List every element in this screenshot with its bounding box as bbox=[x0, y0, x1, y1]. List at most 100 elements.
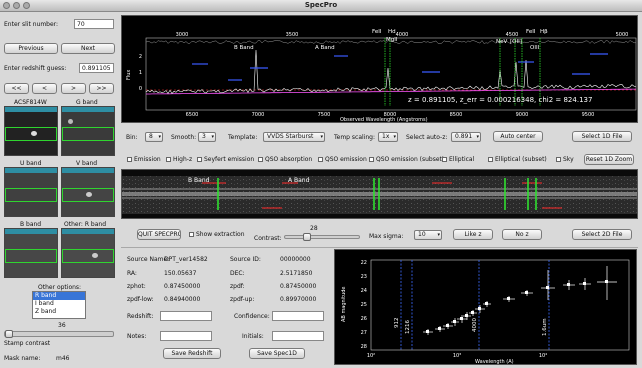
chevron-down-icon: ▾ bbox=[320, 134, 323, 140]
sed-y-tick-label: 24 bbox=[361, 288, 367, 294]
redshift-guess-input[interactable]: 0.891105 bbox=[79, 63, 114, 73]
checkbox-elliptical-subset[interactable]: Elliptical (subset) bbox=[488, 156, 547, 163]
initials-input[interactable] bbox=[272, 331, 324, 341]
zpdf-low-value: 0.84940000 bbox=[164, 296, 201, 303]
auto-center-button[interactable]: Auto center bbox=[493, 131, 543, 142]
source-id-value: 00000000 bbox=[280, 256, 311, 263]
window-titlebar: SpecPro bbox=[0, 0, 642, 12]
like-z-button[interactable]: Like z bbox=[453, 229, 493, 240]
thumb-label-other: Other: R band bbox=[64, 221, 107, 228]
temp-scaling-select[interactable]: 1x ▾ bbox=[378, 132, 398, 142]
list-item[interactable]: Z band bbox=[33, 308, 85, 316]
max-sigma-label: Max sigma: bbox=[369, 233, 404, 240]
sed-x-tick-label: 10³ bbox=[453, 353, 461, 359]
zphot-value: 0.87450000 bbox=[164, 283, 201, 290]
line-label-oiii: OIII bbox=[530, 45, 540, 51]
list-item[interactable]: I band bbox=[33, 300, 85, 308]
slider-knob[interactable] bbox=[5, 330, 13, 338]
ra-label: RA: bbox=[127, 270, 137, 277]
sed-y-tick-label: 25 bbox=[361, 302, 367, 308]
quit-specpro-button[interactable]: QUIT SPECPRO bbox=[137, 229, 181, 240]
x-tick-label: 9000 bbox=[516, 112, 529, 118]
stamp-u-band bbox=[4, 167, 58, 217]
select-1d-file-button[interactable]: Select 1D File bbox=[572, 131, 632, 142]
step-back-fast-button[interactable]: << bbox=[4, 83, 29, 94]
other-options-list[interactable]: R band I band Z band bbox=[32, 291, 86, 319]
checkbox-elliptical[interactable]: Elliptical bbox=[442, 156, 474, 163]
line-label-b-band: B Band bbox=[234, 45, 254, 51]
save-spec1d-button[interactable]: Save Spec1D bbox=[249, 348, 305, 359]
smooth-label: Smooth: bbox=[171, 134, 197, 141]
top-tick-label: 5000 bbox=[616, 32, 629, 38]
window-title: SpecPro bbox=[304, 1, 338, 9]
source-name-label: Source Name: bbox=[127, 256, 170, 263]
other-options-label: Other options: bbox=[38, 284, 82, 291]
redshift-input[interactable] bbox=[160, 311, 212, 321]
confidence-input[interactable] bbox=[272, 311, 324, 321]
dec-label: DEC: bbox=[230, 270, 245, 277]
y-tick-label: 2 bbox=[139, 54, 142, 60]
checkbox-qso-absorption[interactable]: QSO absorption bbox=[258, 156, 312, 163]
no-z-button[interactable]: No z bbox=[502, 229, 542, 240]
max-sigma-select[interactable]: 10 ▾ bbox=[414, 230, 442, 240]
previous-button[interactable]: Previous bbox=[4, 43, 58, 54]
sed-x-tick-label: 10² bbox=[367, 353, 375, 359]
initials-label: Initials: bbox=[242, 333, 264, 340]
template-select[interactable]: VVDS Starburst ▾ bbox=[263, 132, 325, 142]
save-redshift-button[interactable]: Save Redshift bbox=[163, 348, 221, 359]
sed-vline-4000: 4000 bbox=[472, 318, 478, 332]
top-tick-label: 4500 bbox=[506, 32, 519, 38]
x-tick-label: 7000 bbox=[252, 112, 265, 118]
chevron-down-icon: ▾ bbox=[211, 134, 214, 140]
slider-knob[interactable] bbox=[303, 233, 312, 241]
contrast-slider[interactable] bbox=[284, 233, 360, 241]
checkbox-qso-emission-subset[interactable]: QSO emission (subset) bbox=[369, 156, 444, 163]
spectrum-1d-plot[interactable]: B Band A Band FeII Hd MgII NeV [OII] FeI… bbox=[121, 15, 638, 123]
ra-value: 150.05637 bbox=[164, 270, 197, 277]
bin-select[interactable]: 8 ▾ bbox=[145, 132, 163, 142]
checkbox-high-z[interactable]: High-z bbox=[166, 156, 192, 163]
step-forward-button[interactable]: > bbox=[61, 83, 86, 94]
spectrum-2d-image[interactable]: B Band A Band bbox=[121, 169, 638, 219]
temp-scaling-label: Temp scaling: bbox=[334, 134, 375, 141]
sed-svg: 912 1216 4000 1.6um AB magnitude Wavelen… bbox=[341, 259, 630, 364]
top-tick-label: 4000 bbox=[396, 32, 409, 38]
zpdf-low-label: zpdf-low: bbox=[127, 296, 154, 303]
stamp-acs bbox=[4, 106, 58, 156]
reset-1d-zoom-button[interactable]: Reset 1D Zoom bbox=[584, 154, 634, 165]
y-tick-label: 1 bbox=[139, 70, 142, 76]
y-axis-label: Flux bbox=[126, 70, 132, 80]
line-label-feii: FeII bbox=[372, 29, 382, 35]
notes-label: Notes: bbox=[127, 333, 147, 340]
zpdf-label: zpdf: bbox=[230, 283, 245, 290]
checkbox-emission[interactable]: Emission bbox=[127, 156, 161, 163]
select-2d-file-button[interactable]: Select 2D File bbox=[572, 229, 632, 240]
checkbox-sky[interactable]: Sky bbox=[556, 156, 574, 163]
sed-vline-1-6um: 1.6um bbox=[542, 318, 548, 336]
sed-plot[interactable]: 912 1216 4000 1.6um AB magnitude Wavelen… bbox=[334, 249, 637, 365]
dec-value: 2.5171850 bbox=[280, 270, 313, 277]
line-label-nev: NeV bbox=[496, 39, 507, 45]
step-forward-fast-button[interactable]: >> bbox=[89, 83, 114, 94]
chevron-down-icon: ▾ bbox=[393, 134, 396, 140]
smooth-select[interactable]: 3 ▾ bbox=[198, 132, 216, 142]
next-button[interactable]: Next bbox=[61, 43, 115, 54]
checkbox-seyfert-emission[interactable]: Seyfert emission bbox=[197, 156, 254, 163]
chevron-down-icon: ▾ bbox=[476, 134, 479, 140]
sed-y-tick-label: 23 bbox=[361, 274, 367, 280]
slit-number-input[interactable]: 70 bbox=[74, 19, 114, 29]
zpdf-up-value: 0.89970000 bbox=[280, 296, 317, 303]
step-back-button[interactable]: < bbox=[32, 83, 57, 94]
thumb-label-b: B band bbox=[20, 221, 42, 228]
checkbox-show-extraction[interactable]: Show extraction bbox=[189, 231, 245, 238]
notes-input[interactable] bbox=[160, 331, 212, 341]
auto-z-select[interactable]: 0.891 ▾ bbox=[451, 132, 481, 142]
fit-annotation: z = 0.891105, z_err = 0.000216348, chi2 … bbox=[408, 96, 592, 104]
stamp-contrast-slider[interactable] bbox=[4, 330, 114, 338]
x-tick-label: 8500 bbox=[450, 112, 463, 118]
spectrum-2d-svg: B Band A Band bbox=[122, 176, 637, 214]
list-item[interactable]: R band bbox=[33, 292, 85, 300]
checkbox-qso-emission[interactable]: QSO emission bbox=[318, 156, 367, 163]
slit-number-label: Enter slit number: bbox=[4, 21, 59, 28]
divider bbox=[121, 247, 638, 248]
